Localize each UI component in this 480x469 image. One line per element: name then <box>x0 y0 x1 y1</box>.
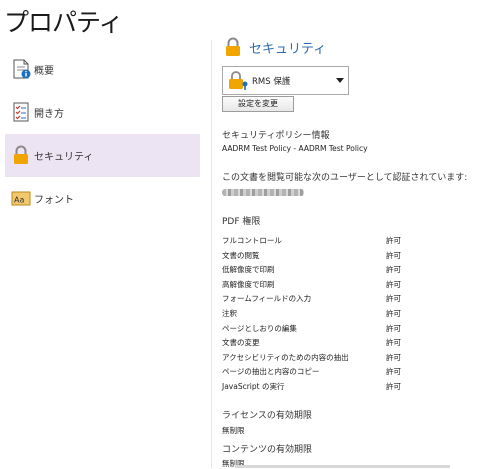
permission-row: アクセシビリティのための内容の抽出 許可 <box>222 352 437 366</box>
permission-value: 許可 <box>386 323 401 333</box>
rms-lock-icon <box>229 71 248 90</box>
permission-name: 文書の閲覧 <box>222 250 260 260</box>
license-expiry-value: 無制限 <box>222 426 245 435</box>
permission-row: ページの抽出と内容のコピー 許可 <box>222 366 437 380</box>
permission-value: 許可 <box>386 382 401 391</box>
sidebar-item-label: セキュリティ <box>34 152 94 163</box>
permission-name: 低解像度で印刷 <box>222 265 275 275</box>
permission-row: ページとしおりの編集 許可 <box>222 323 437 337</box>
permission-value: 許可 <box>386 236 401 245</box>
permission-name: 注釈 <box>222 309 237 318</box>
document-info-icon <box>10 58 32 80</box>
page-title: プロパティ <box>4 8 124 37</box>
lock-icon <box>226 37 240 56</box>
permission-name: 文書の変更 <box>222 338 260 348</box>
permission-row: 高解像度で印刷 許可 <box>222 279 437 293</box>
permission-row: 注釈 許可 <box>222 308 437 322</box>
permission-name: ページの抽出と内容のコピー <box>222 367 320 377</box>
panel-divider <box>211 40 212 468</box>
user-email-redacted <box>222 189 304 196</box>
chevron-down-icon <box>336 78 344 83</box>
permission-row: 文書の閲覧 許可 <box>222 250 437 264</box>
permission-value: 許可 <box>386 265 401 275</box>
permission-value: 許可 <box>386 309 401 318</box>
permission-row: 低解像度で印刷 許可 <box>222 264 437 278</box>
security-method-select[interactable]: RMS 保護 <box>222 66 349 95</box>
permission-value: 許可 <box>386 279 401 289</box>
permission-row: フルコントロール 許可 <box>222 235 437 249</box>
pdf-permissions-label: PDF 権限 <box>222 217 261 227</box>
permission-name: ページとしおりの編集 <box>222 323 297 333</box>
permission-name: JavaScript の実行 <box>222 382 285 391</box>
lock-icon <box>10 144 32 166</box>
content-expiry-label: コンテンツの有効期限 <box>222 445 313 455</box>
select-value: RMS 保護 <box>252 77 291 87</box>
permission-name: アクセシビリティのための内容の抽出 <box>222 352 349 362</box>
policy-name: AADRM Test Policy - AADRM Test Policy <box>222 144 368 153</box>
checklist-icon <box>10 101 32 123</box>
section-title: セキュリティ <box>249 42 327 57</box>
permission-value: 許可 <box>386 338 401 348</box>
sidebar-item-open-method[interactable]: 開き方 <box>5 91 200 134</box>
permission-value: 許可 <box>386 367 401 377</box>
permission-row: 文書の変更 許可 <box>222 337 437 351</box>
policy-info-label: セキュリティポリシー情報 <box>222 131 330 141</box>
sidebar-item-label: 概要 <box>34 66 54 77</box>
sidebar: 概要 開き方 セキュリティ Aa フォント <box>0 38 200 468</box>
sidebar-item-label: 開き方 <box>34 109 64 120</box>
permission-name: 高解像度で印刷 <box>222 279 275 289</box>
permission-name: フォームフィールドの入力 <box>222 294 312 304</box>
permission-row: フォームフィールドの入力 許可 <box>222 293 437 307</box>
change-settings-button[interactable]: 設定を変更 <box>222 96 294 112</box>
sidebar-item-overview[interactable]: 概要 <box>5 48 200 91</box>
svg-text:Aa: Aa <box>14 196 24 205</box>
font-icon: Aa <box>10 187 32 209</box>
sidebar-item-label: フォント <box>34 195 74 206</box>
auth-message: この文書を閲覧可能な次のユーザーとして認証されています: <box>222 173 468 183</box>
sidebar-item-security[interactable]: セキュリティ <box>5 134 200 177</box>
permission-value: 許可 <box>386 294 401 304</box>
permission-value: 許可 <box>386 250 401 260</box>
permission-name: フルコントロール <box>222 236 282 245</box>
sidebar-item-fonts[interactable]: Aa フォント <box>5 177 200 220</box>
permission-row: JavaScript の実行 許可 <box>222 381 437 395</box>
permission-value: 許可 <box>386 352 401 362</box>
license-expiry-label: ライセンスの有効期限 <box>222 411 312 421</box>
